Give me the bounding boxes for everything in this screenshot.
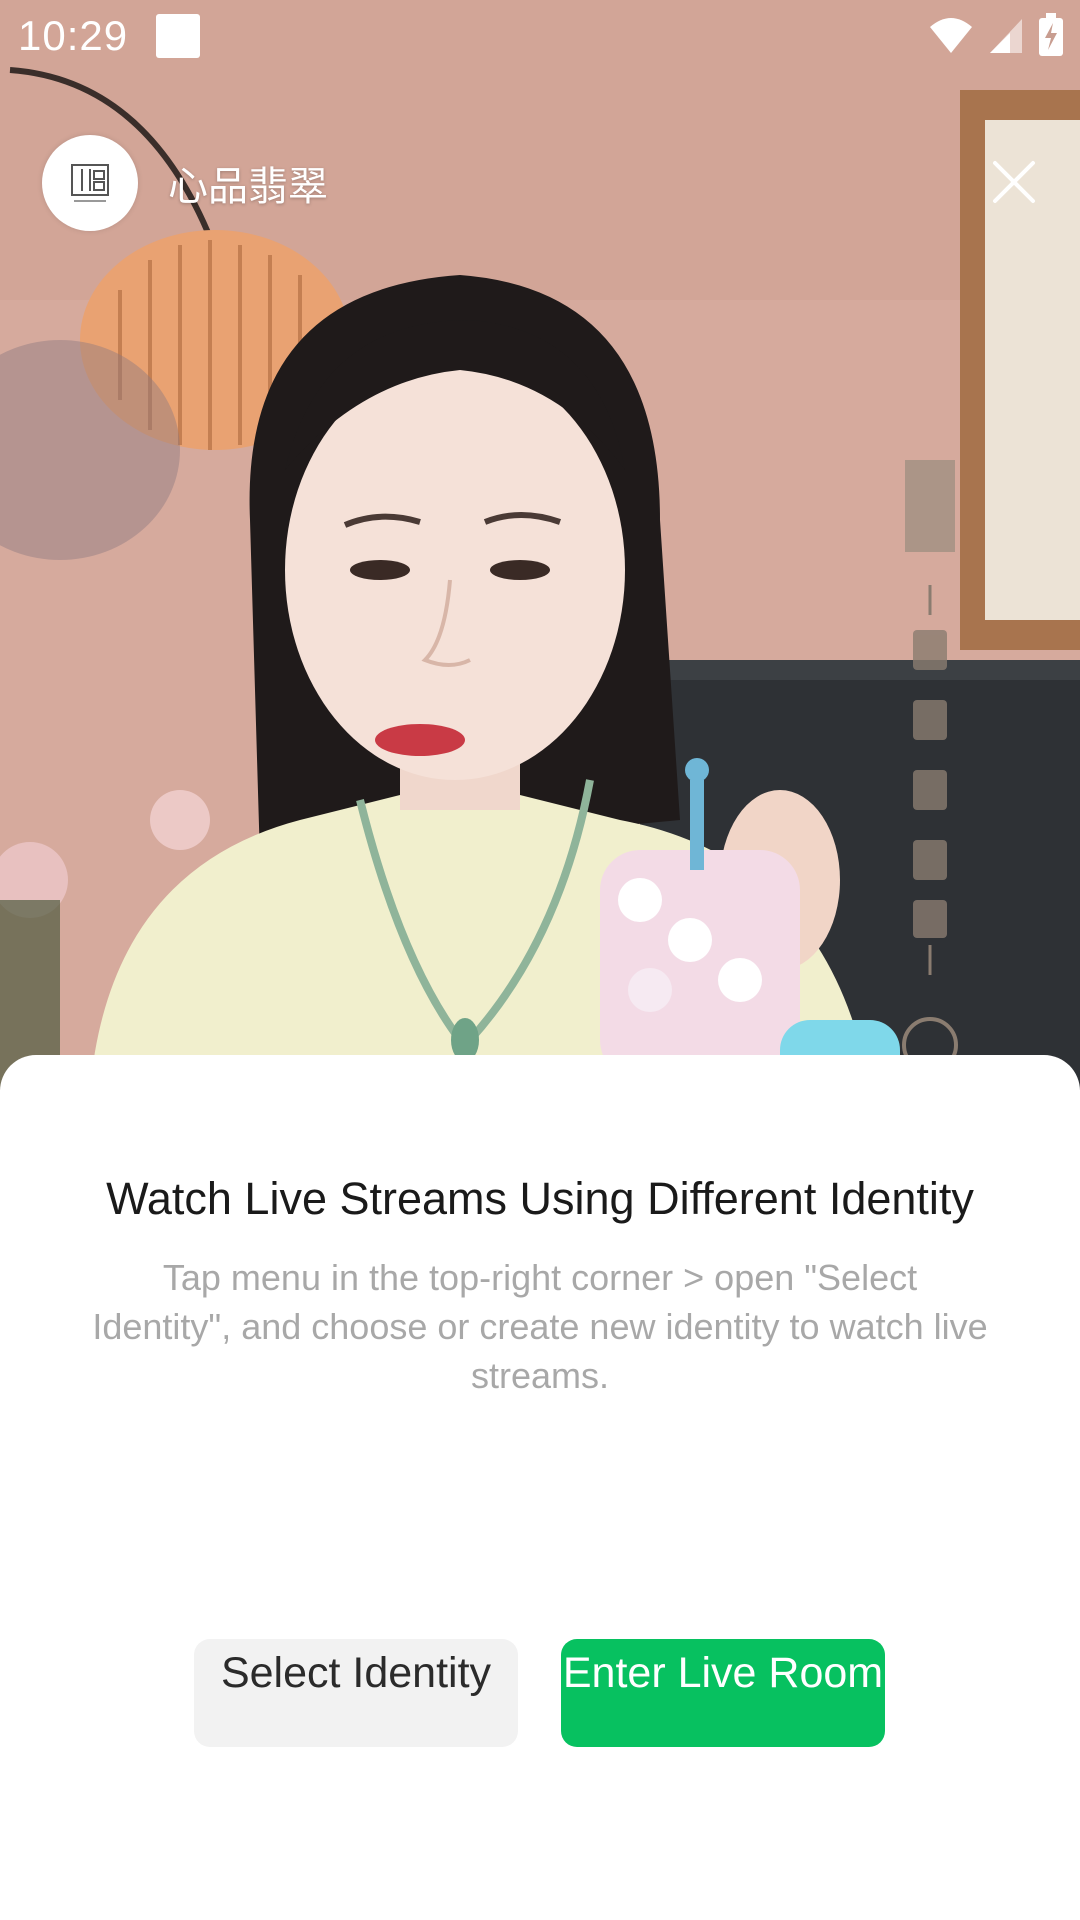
close-icon — [993, 161, 1035, 203]
close-button[interactable] — [986, 154, 1042, 210]
enter-live-room-label: Enter Live Room — [562, 1649, 884, 1697]
signal-icon — [988, 15, 1024, 60]
status-icons — [928, 12, 1064, 62]
notification-icon — [156, 14, 200, 58]
status-time: 10:29 — [18, 12, 129, 59]
host-name: 心品翡翠 — [168, 164, 328, 210]
select-identity-button[interactable]: Select Identity — [194, 1639, 518, 1747]
sheet-description: Tap menu in the top-right corner > open … — [92, 1257, 988, 1396]
host-logo-icon — [71, 164, 109, 202]
identity-bottom-sheet: Watch Live Streams Using Different Ident… — [0, 1055, 1080, 1920]
enter-live-room-button[interactable]: Enter Live Room — [561, 1639, 885, 1747]
status-bar: 10:29 — [0, 0, 1080, 76]
sheet-title: Watch Live Streams Using Different Ident… — [106, 1173, 974, 1224]
host-avatar[interactable] — [42, 135, 138, 231]
live-room-screen: 10:29 心品翡翠 Watch Live Streams Using Diff… — [0, 0, 1080, 1920]
wifi-icon — [928, 15, 974, 60]
select-identity-label: Select Identity — [220, 1649, 492, 1697]
battery-charging-icon — [1038, 12, 1064, 62]
live-host-header: 心品翡翠 — [42, 134, 328, 232]
